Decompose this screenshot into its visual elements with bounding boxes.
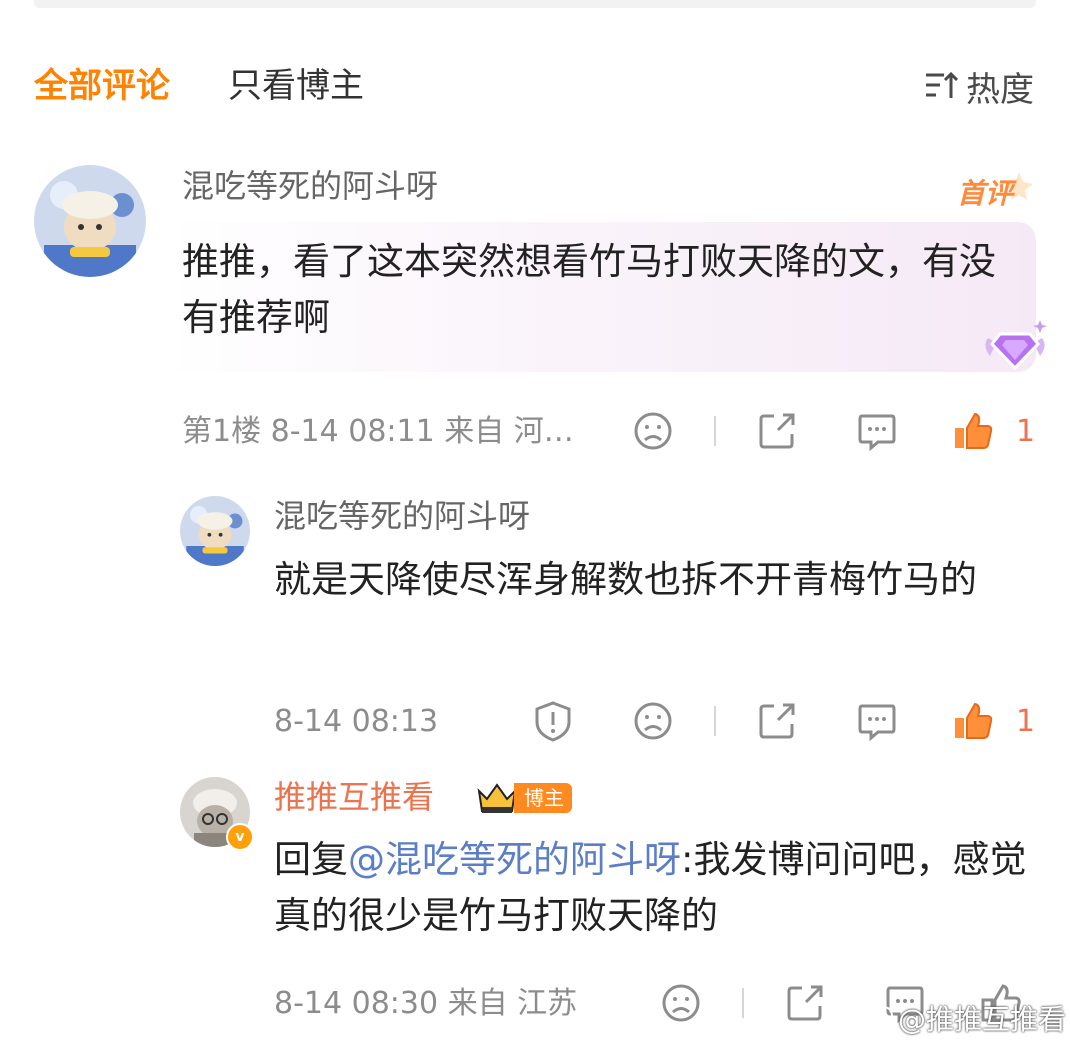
comment-username[interactable]: 推推互推看 [274, 777, 434, 817]
verified-badge-icon: v [226, 823, 254, 851]
comment-meta: 8-14 08:30 来自 江苏 [274, 986, 578, 1021]
comment-text: 推推，看了这本突然想看竹马打败天降的文，有没有推荐啊 [182, 240, 996, 339]
report-icon[interactable] [532, 700, 574, 742]
reply-prefix: 回复 [274, 838, 348, 881]
crown-icon [477, 783, 517, 813]
like-count: 1 [1016, 414, 1036, 449]
sort-button[interactable]: 热度 [924, 64, 1034, 110]
avatar[interactable] [34, 165, 146, 277]
divider [714, 416, 716, 446]
divider [714, 706, 716, 736]
tab-blogger-only[interactable]: 只看博主 [228, 64, 364, 108]
tab-all-comments[interactable]: 全部评论 [34, 64, 170, 108]
first-comment-badge: 首评 [955, 168, 1037, 212]
blogger-badge: 博主 [476, 782, 572, 814]
top-divider [34, 0, 1036, 8]
share-icon[interactable] [756, 410, 798, 452]
dislike-face-icon[interactable] [632, 700, 674, 742]
comment-username[interactable]: 混吃等死的阿斗呀 [182, 166, 438, 206]
sort-icon [924, 71, 958, 101]
divider [742, 988, 744, 1018]
comment-username[interactable]: 混吃等死的阿斗呀 [274, 496, 530, 536]
dislike-face-icon[interactable] [660, 982, 702, 1024]
comment-meta: 第1楼 8-14 08:11 来自 河… [182, 414, 574, 449]
sort-label: 热度 [966, 69, 1034, 110]
mention-link[interactable]: @混吃等死的阿斗呀 [348, 838, 681, 881]
watermark: @推推互推看 [862, 998, 1066, 1038]
comment-text: 回复@混吃等死的阿斗呀:我发博问问吧，感觉真的很少是竹马打败天降的 [274, 832, 1034, 944]
share-icon[interactable] [784, 982, 826, 1024]
like-icon[interactable] [952, 410, 994, 452]
like-count: 1 [1016, 704, 1036, 739]
comment-icon[interactable] [856, 410, 898, 452]
dislike-face-icon[interactable] [632, 410, 674, 452]
avatar[interactable] [180, 496, 250, 566]
like-icon[interactable] [952, 700, 994, 742]
comment-text: 就是天降使尽浑身解数也拆不开青梅竹马的 [274, 558, 977, 601]
share-icon[interactable] [756, 700, 798, 742]
comment-icon[interactable] [856, 700, 898, 742]
comment-meta: 8-14 08:13 [274, 704, 439, 739]
weibo-logo-icon [862, 1006, 893, 1031]
